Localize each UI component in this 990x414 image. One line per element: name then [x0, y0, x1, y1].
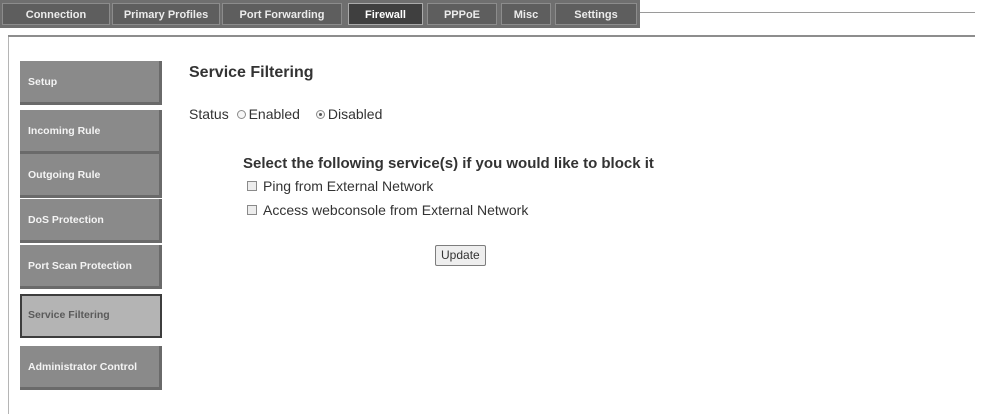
service-webconsole-row: Access webconsole from External Network: [247, 202, 528, 218]
status-enabled-label[interactable]: Enabled: [249, 106, 300, 122]
sidebar-item-setup[interactable]: Setup: [20, 61, 162, 105]
webconsole-external-checkbox[interactable]: [247, 205, 257, 216]
tab-pppoe[interactable]: PPPoE: [427, 3, 497, 25]
tab-primary-profiles[interactable]: Primary Profiles: [112, 3, 220, 25]
sidebar-item-administrator-control[interactable]: Administrator Control: [20, 346, 162, 390]
ping-external-checkbox[interactable]: [247, 181, 257, 192]
sidebar-item-outgoing-rule[interactable]: Outgoing Rule: [20, 154, 162, 198]
content-top-border: [8, 35, 975, 37]
sidebar-item-port-scan-protection[interactable]: Port Scan Protection: [20, 245, 162, 289]
tab-port-forwarding[interactable]: Port Forwarding: [222, 3, 342, 25]
status-disabled-radio[interactable]: [315, 109, 325, 119]
top-tab-bar: Connection Primary Profiles Port Forward…: [0, 0, 640, 28]
status-disabled-label[interactable]: Disabled: [328, 106, 382, 122]
header-divider: [640, 12, 975, 13]
status-row: Status Enabled Disabled: [189, 106, 390, 122]
block-services-instruction: Select the following service(s) if you w…: [243, 155, 654, 172]
page-title: Service Filtering: [189, 64, 314, 81]
service-ping-row: Ping from External Network: [247, 178, 433, 194]
content-left-border: [8, 37, 9, 414]
sidebar-item-incoming-rule[interactable]: Incoming Rule: [20, 110, 162, 154]
tab-settings[interactable]: Settings: [555, 3, 637, 25]
status-enabled-radio[interactable]: [236, 109, 246, 119]
ping-external-label[interactable]: Ping from External Network: [263, 178, 433, 194]
update-button[interactable]: Update: [435, 245, 486, 266]
tab-firewall[interactable]: Firewall: [348, 3, 423, 25]
webconsole-external-label[interactable]: Access webconsole from External Network: [263, 202, 528, 218]
sidebar-item-dos-protection[interactable]: DoS Protection: [20, 199, 162, 243]
sidebar-item-service-filtering[interactable]: Service Filtering: [20, 294, 162, 338]
status-label: Status: [189, 106, 229, 122]
tab-connection[interactable]: Connection: [2, 3, 110, 25]
tab-misc[interactable]: Misc: [501, 3, 551, 25]
